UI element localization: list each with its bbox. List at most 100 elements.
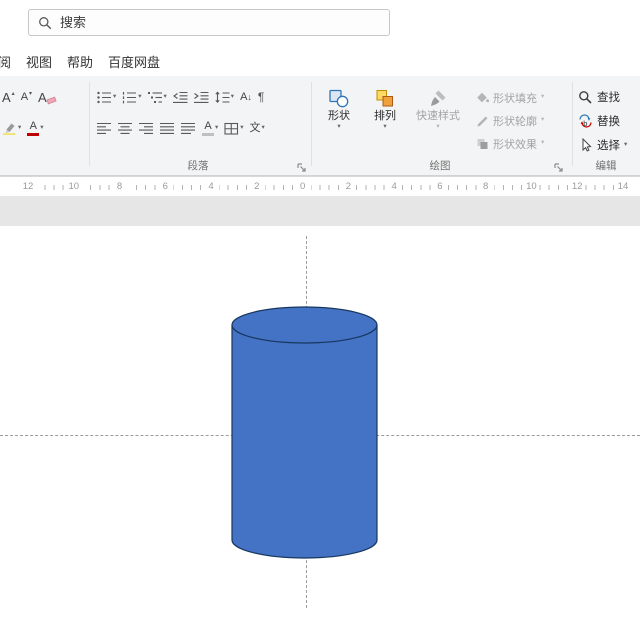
chevron-down-icon: ▾ [337, 124, 340, 131]
borders-icon [224, 122, 239, 135]
multilevel-list-button[interactable]: ▾ [146, 86, 169, 108]
line-spacing-icon [215, 91, 230, 104]
paragraph-dialog-launcher[interactable] [296, 161, 307, 172]
shape-fill-button[interactable]: 形状填充 ▾ [476, 88, 544, 107]
ruler-numbers: 12 10 8 6 4 2 0 2 4 6 8 10 12 14 [0, 177, 640, 196]
letter-a-icon: A [38, 91, 47, 104]
search-box[interactable] [28, 9, 390, 36]
show-marks-button[interactable]: ¶ [256, 86, 266, 108]
horizontal-ruler[interactable]: 12 10 8 6 4 2 0 2 4 6 8 10 12 14 [0, 176, 640, 196]
chevron-down-icon: ▾ [231, 94, 234, 101]
menu-item-help[interactable]: 帮助 [67, 52, 93, 71]
group-separator [89, 82, 90, 166]
gray-bar [202, 133, 214, 136]
asian-layout-button[interactable]: 文 ▾ [248, 117, 267, 139]
align-right-icon [139, 122, 154, 135]
shape-outline-button[interactable]: 形状轮廓 ▾ [476, 111, 544, 130]
ruler-number: 8 [478, 178, 494, 196]
shrink-font-button[interactable]: A ▾ [19, 86, 34, 108]
select-cursor-icon [578, 138, 593, 152]
line-spacing-button[interactable]: ▾ [213, 86, 236, 108]
drawing-group: 形状 ▾ 排列 ▾ 快速样式 ▾ [318, 86, 568, 153]
document-canvas [0, 196, 640, 619]
ruler-number: 8 [112, 178, 128, 196]
caret-up-icon: ▴ [12, 91, 15, 97]
shading-icon: A [202, 121, 214, 136]
ruler-number: 4 [386, 178, 402, 196]
editing-group: 查找 b 替换 选择 ▾ [578, 86, 640, 156]
arrange-button[interactable]: 排列 ▾ [364, 86, 406, 131]
numbered-list-icon [122, 91, 137, 104]
cylinder-body[interactable] [232, 325, 377, 558]
cylinder-top[interactable] [232, 307, 377, 343]
cylinder-shape[interactable] [232, 307, 377, 558]
multilevel-list-icon [148, 91, 163, 104]
shape-outline-icon [476, 115, 489, 127]
align-left-icon [97, 122, 112, 135]
select-button[interactable]: 选择 ▾ [578, 134, 640, 156]
shapes-label: 形状 [328, 110, 350, 122]
replace-button[interactable]: b 替换 [578, 110, 640, 132]
caret-down-icon: ▾ [29, 91, 32, 97]
ruler-number: 6 [432, 178, 448, 196]
letter-a-icon: A [21, 92, 28, 103]
drawing-dialog-launcher[interactable] [553, 161, 564, 172]
ruler-number: 10 [66, 178, 82, 196]
numbered-list-button[interactable]: ▾ [120, 86, 143, 108]
menu-item-review-partial[interactable]: 阅 [0, 52, 11, 71]
find-icon [578, 90, 593, 104]
shapes-button[interactable]: 形状 ▾ [318, 86, 360, 131]
shape-effects-button[interactable]: 形状效果 ▾ [476, 134, 544, 153]
justify-button[interactable] [158, 117, 177, 139]
shape-outline-label: 形状轮廓 [493, 113, 537, 129]
font-color-button[interactable]: A ▾ [25, 117, 45, 139]
bullet-list-icon [97, 91, 112, 104]
pilcrow-icon: ¶ [258, 91, 264, 103]
find-button[interactable]: 查找 [578, 86, 640, 108]
eraser-icon [46, 97, 56, 105]
align-center-button[interactable] [116, 117, 135, 139]
increase-indent-button[interactable] [192, 86, 211, 108]
chevron-down-icon: ▾ [383, 124, 386, 131]
shading-button[interactable]: A ▾ [200, 117, 220, 139]
highlighter-icon [2, 121, 17, 135]
ribbon: A ▴ A ▾ A [0, 76, 640, 176]
align-left-button[interactable] [95, 117, 114, 139]
menu-item-baidu-netdisk[interactable]: 百度网盘 [108, 52, 160, 71]
menu-item-view[interactable]: 视图 [26, 52, 52, 71]
align-right-button[interactable] [137, 117, 156, 139]
letter-a-icon: A [204, 121, 211, 132]
paragraph-group: ▾ ▾ ▾ [95, 86, 309, 139]
justify-icon [160, 122, 175, 135]
decrease-indent-button[interactable] [171, 86, 190, 108]
clear-formatting-button[interactable]: A [36, 86, 58, 108]
letter-a-icon: A [30, 121, 37, 132]
chevron-down-icon: ▾ [541, 94, 544, 101]
ruler-number: 10 [523, 178, 539, 196]
align-center-icon [118, 122, 133, 135]
chevron-down-icon: ▾ [138, 94, 141, 101]
sort-icon: A ↓ [240, 92, 252, 103]
shape-layer [0, 196, 640, 619]
search-icon [38, 16, 52, 30]
distribute-button[interactable] [179, 117, 198, 139]
topbar [0, 0, 640, 46]
chevron-down-icon: ▾ [541, 117, 544, 124]
ruler-number: 12 [569, 178, 585, 196]
bullet-list-button[interactable]: ▾ [95, 86, 118, 108]
sort-button[interactable]: A ↓ [238, 86, 254, 108]
chevron-down-icon: ▾ [624, 142, 627, 149]
group-separator [572, 82, 573, 166]
menubar: 阅 视图 帮助 百度网盘 [0, 46, 640, 76]
borders-button[interactable]: ▾ [222, 117, 245, 139]
chevron-down-icon: ▾ [240, 125, 243, 132]
search-input[interactable] [60, 15, 380, 30]
letter-a-icon: A [240, 92, 247, 103]
letter-a-icon: A [2, 91, 11, 104]
grow-font-button[interactable]: A ▴ [0, 86, 17, 108]
text-highlight-button[interactable]: ▾ [0, 117, 23, 139]
ruler-number: 2 [249, 178, 265, 196]
replace-label: 替换 [597, 113, 620, 129]
ruler-number: 0 [295, 178, 311, 196]
quick-styles-button[interactable]: 快速样式 ▾ [410, 86, 466, 131]
